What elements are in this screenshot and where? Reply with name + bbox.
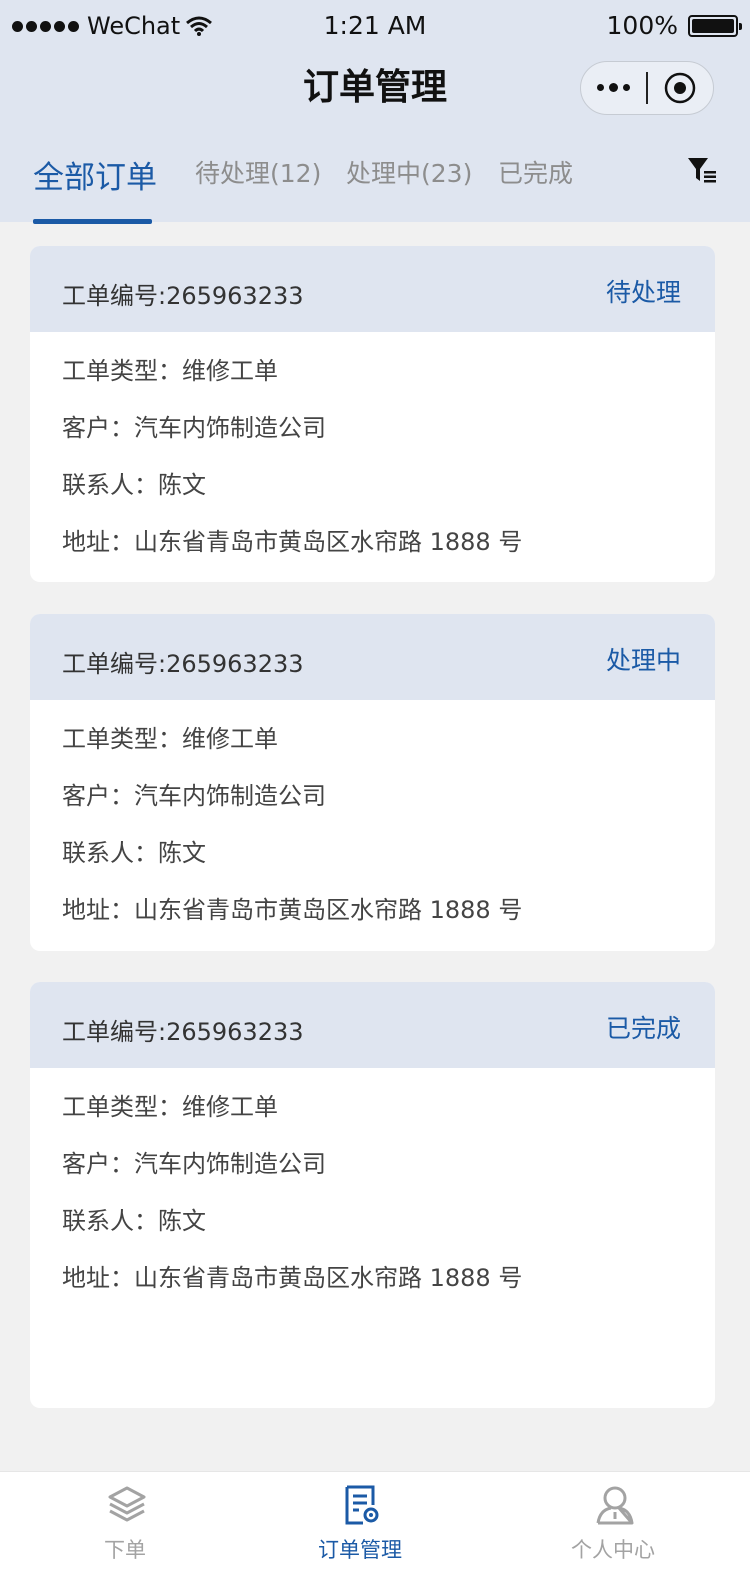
order-contact: 联系人：陈文: [62, 471, 206, 499]
miniprogram-capsule: [580, 61, 714, 115]
order-status: 处理中: [605, 646, 681, 675]
tabbar-label: 下单: [104, 1538, 146, 1562]
order-customer: 客户：汽车内饰制造公司: [62, 1150, 326, 1178]
order-tabs: 全部订单 待处理(12) 处理中(23) 已完成: [0, 140, 750, 224]
bottom-tab-bar: 下单 订单管理 个人中心: [0, 1471, 750, 1580]
tabbar-item-profile[interactable]: 个人中心: [488, 1472, 738, 1580]
order-customer: 客户：汽车内饰制造公司: [62, 782, 326, 810]
order-contact: 联系人：陈文: [62, 1207, 206, 1235]
filter-icon[interactable]: [686, 154, 718, 186]
order-contact: 联系人：陈文: [62, 839, 206, 867]
order-address: 地址：山东省青岛市黄岛区水帘路 1888 号: [62, 528, 523, 556]
active-tab-indicator: [33, 219, 152, 224]
more-icon[interactable]: [581, 83, 646, 92]
order-card[interactable]: 工单编号:265963233 处理中 工单类型：维修工单 客户：汽车内饰制造公司…: [30, 614, 715, 951]
order-type: 工单类型：维修工单: [62, 1093, 278, 1121]
order-number: 工单编号:265963233: [62, 650, 304, 678]
order-card[interactable]: 工单编号:265963233 待处理 工单类型：维修工单 客户：汽车内饰制造公司…: [30, 246, 715, 582]
tabbar-label: 订单管理: [318, 1538, 402, 1562]
tabbar-label: 个人中心: [571, 1538, 655, 1562]
order-status: 已完成: [605, 1014, 681, 1043]
order-card-header: 工单编号:265963233 待处理: [30, 246, 715, 332]
order-customer: 客户：汽车内饰制造公司: [62, 414, 326, 442]
order-number: 工单编号:265963233: [62, 1018, 304, 1046]
tabbar-item-order-management[interactable]: 订单管理: [235, 1472, 485, 1580]
user-icon: [596, 1486, 634, 1525]
tab-processing[interactable]: 处理中(23): [346, 154, 472, 190]
tab-completed[interactable]: 已完成: [498, 154, 573, 190]
battery-percent: 100%: [606, 11, 678, 40]
layers-icon: [108, 1486, 146, 1522]
order-address: 地址：山东省青岛市黄岛区水帘路 1888 号: [62, 896, 523, 924]
order-type: 工单类型：维修工单: [62, 357, 278, 385]
order-card-header: 工单编号:265963233 处理中: [30, 614, 715, 700]
tab-pending[interactable]: 待处理(12): [195, 154, 321, 190]
tabbar-item-order[interactable]: 下单: [0, 1472, 250, 1580]
battery-info: 100%: [606, 11, 742, 40]
close-miniprogram-button[interactable]: [648, 71, 713, 105]
order-number: 工单编号:265963233: [62, 282, 304, 310]
order-card-header: 工单编号:265963233 已完成: [30, 982, 715, 1068]
document-settings-icon: [345, 1485, 379, 1525]
status-bar: WeChat 1:21 AM 100%: [0, 0, 750, 52]
tab-all[interactable]: 全部订单: [33, 152, 157, 197]
order-type: 工单类型：维修工单: [62, 725, 278, 753]
order-status: 待处理: [605, 278, 681, 307]
order-card[interactable]: 工单编号:265963233 已完成 工单类型：维修工单 客户：汽车内饰制造公司…: [30, 982, 715, 1408]
target-icon: [665, 72, 696, 104]
order-address: 地址：山东省青岛市黄岛区水帘路 1888 号: [62, 1264, 523, 1292]
battery-icon: [688, 14, 742, 37]
